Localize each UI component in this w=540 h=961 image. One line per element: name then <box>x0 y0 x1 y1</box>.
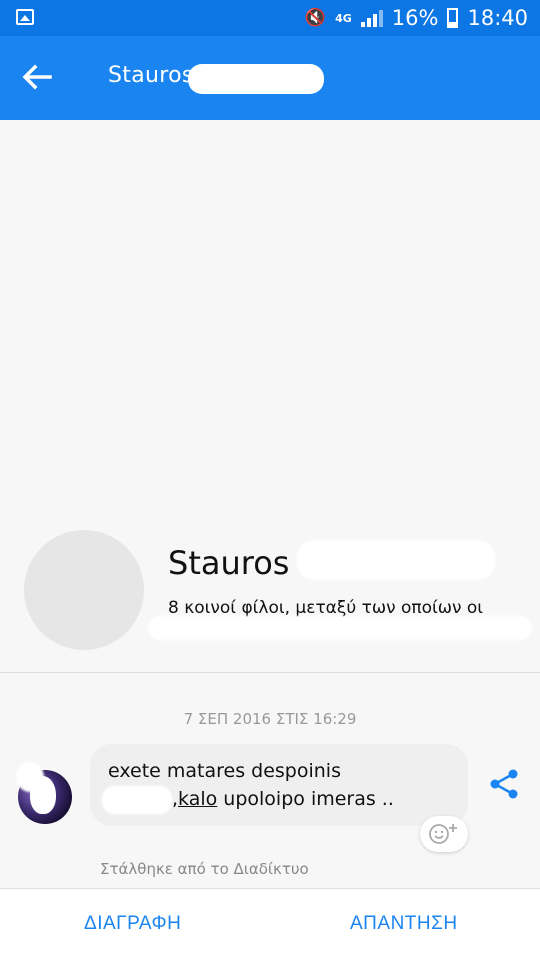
back-arrow-icon[interactable] <box>20 60 54 94</box>
page-title: Stauros <box>108 63 194 88</box>
contact-card[interactable]: Stauros 8 κοινοί φίλοι, μεταξύ των οποίω… <box>0 120 540 672</box>
message-text-rest: upoloipo imeras .. <box>217 788 394 810</box>
status-icons: 🔇 4G 16% 18:40 <box>305 0 528 36</box>
contact-avatar[interactable] <box>24 530 144 650</box>
clock: 18:40 <box>467 6 528 30</box>
battery-percent: 16% <box>391 6 439 30</box>
contact-name: Stauros <box>168 544 290 582</box>
message-link[interactable]: kalo <box>178 788 217 810</box>
message-text-line2: ,kalo upoloipo imeras .. <box>172 788 394 810</box>
mutual-friends-text: 8 κοινοί φίλοι, μεταξύ των οποίων οι <box>168 598 484 618</box>
battery-icon <box>447 8 459 28</box>
network-type: 4G <box>335 11 352 25</box>
gallery-notification-icon <box>16 9 34 25</box>
signal-icon <box>360 9 383 27</box>
bottom-action-bar: ΔΙΑΓΡΑΦΗ ΑΠΑΝΤΗΣΗ <box>0 888 540 961</box>
status-bar: 🔇 4G 16% 18:40 <box>0 0 540 36</box>
mute-icon: 🔇 <box>304 8 327 28</box>
delete-button[interactable]: ΔΙΑΓΡΑΦΗ <box>84 913 181 935</box>
message-timestamp: 7 ΣΕΠ 2016 ΣΤΙΣ 16:29 <box>183 710 357 728</box>
redaction-mark <box>296 540 496 580</box>
redaction-mark <box>102 786 172 814</box>
redaction-mark <box>188 64 324 94</box>
message-text-line1: exete matares despoinis <box>108 760 341 782</box>
redaction-mark <box>148 616 532 640</box>
reply-button[interactable]: ΑΠΑΝΤΗΣΗ <box>350 913 458 935</box>
share-icon[interactable] <box>486 766 522 802</box>
divider <box>0 672 540 673</box>
redaction-mark <box>16 762 44 792</box>
smiley-plus-icon <box>429 824 457 844</box>
add-reaction-button[interactable] <box>420 816 468 852</box>
app-bar: Stauros <box>0 36 540 120</box>
sent-via-label: Στάλθηκε από το Διαδίκτυο <box>100 860 309 878</box>
